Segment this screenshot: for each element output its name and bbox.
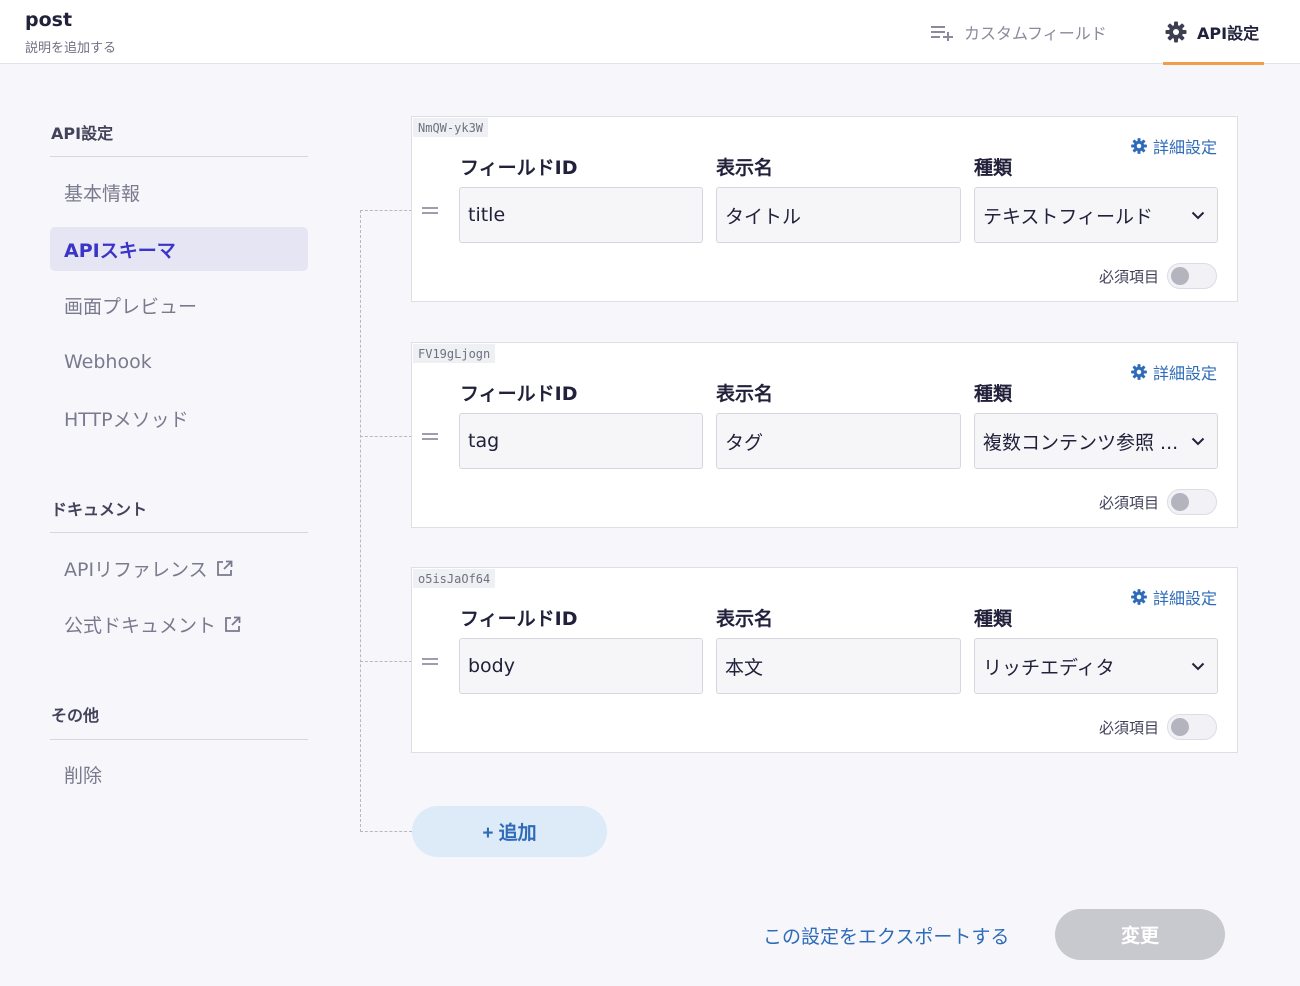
- external-link-icon: [225, 616, 241, 632]
- tab-custom-fields-label: カスタムフィールド: [964, 24, 1107, 43]
- gear-icon: [1131, 589, 1147, 605]
- field-id-input[interactable]: title: [459, 187, 703, 243]
- chevron-down-icon: [1191, 437, 1205, 445]
- field-id-input[interactable]: tag: [459, 413, 703, 469]
- page-title: post: [25, 9, 73, 31]
- field-card: o5isJaOf64 フィールドID 表示名 種類 詳細設定 body 本文 リ…: [411, 567, 1238, 753]
- sidebar-section-other: その他: [51, 706, 100, 725]
- tree-connector-line: [360, 210, 361, 832]
- field-card: NmQW-yk3W フィールドID 表示名 種類 詳細設定 title タイトル…: [411, 116, 1238, 302]
- kind-select[interactable]: テキストフィールド: [974, 187, 1218, 243]
- field-key-tag: NmQW-yk3W: [413, 118, 489, 137]
- gear-icon: [1165, 21, 1187, 43]
- kind-select-value: リッチエディタ: [983, 656, 1115, 679]
- tab-api-settings[interactable]: API設定: [1164, 0, 1259, 64]
- detail-settings-link[interactable]: 詳細設定: [1130, 360, 1217, 384]
- sidebar-item-label: HTTPメソッド: [64, 408, 189, 431]
- kind-select[interactable]: リッチエディタ: [974, 638, 1218, 694]
- kind-label: 種類: [974, 157, 1013, 179]
- sidebar-divider: [50, 156, 308, 157]
- add-description-link[interactable]: 説明を追加する: [25, 37, 116, 56]
- active-tab-indicator: [1163, 62, 1264, 65]
- required-toggle[interactable]: [1167, 714, 1217, 740]
- chevron-down-icon: [1191, 211, 1205, 219]
- display-name-input[interactable]: タイトル: [716, 187, 961, 243]
- sidebar-item-label: APIスキーマ: [64, 239, 176, 262]
- export-settings-link[interactable]: この設定をエクスポートする: [763, 922, 1009, 949]
- sidebar-item-delete[interactable]: 削除: [50, 752, 308, 796]
- tree-connector-branch: [360, 661, 412, 662]
- kind-select-value: 複数コンテンツ参照 ...: [983, 431, 1179, 454]
- chevron-down-icon: [1191, 662, 1205, 670]
- drag-handle-icon[interactable]: [422, 433, 438, 441]
- required-label: 必須項目: [1098, 268, 1159, 286]
- sidebar-item-label: 削除: [64, 764, 103, 787]
- sidebar-item-label: 公式ドキュメント: [64, 614, 217, 637]
- field-id-label: フィールドID: [460, 383, 578, 405]
- kind-label: 種類: [974, 608, 1013, 630]
- display-name-input[interactable]: タグ: [716, 413, 961, 469]
- sidebar-divider: [50, 739, 308, 740]
- field-id-label: フィールドID: [460, 157, 578, 179]
- required-label: 必須項目: [1098, 494, 1159, 512]
- field-key-tag: o5isJaOf64: [413, 569, 496, 588]
- display-name-input[interactable]: 本文: [716, 638, 961, 694]
- external-link-icon: [216, 560, 233, 576]
- kind-select[interactable]: 複数コンテンツ参照 ...: [974, 413, 1218, 469]
- detail-settings-label: 詳細設定: [1152, 364, 1217, 383]
- tree-connector-branch: [360, 210, 412, 211]
- detail-settings-label: 詳細設定: [1152, 589, 1217, 608]
- required-toggle[interactable]: [1167, 263, 1217, 289]
- display-name-label: 表示名: [716, 383, 774, 405]
- list-add-icon: [931, 26, 953, 41]
- detail-settings-link[interactable]: 詳細設定: [1130, 134, 1217, 158]
- tab-api-settings-label: API設定: [1197, 24, 1260, 43]
- sidebar-item-webhook[interactable]: Webhook: [50, 340, 308, 384]
- sidebar-item-label: 画面プレビュー: [64, 295, 198, 318]
- field-card: FV19gLjogn フィールドID 表示名 種類 詳細設定 tag タグ 複数…: [411, 342, 1238, 528]
- required-label: 必須項目: [1098, 719, 1159, 737]
- gear-icon: [1131, 138, 1147, 154]
- sidebar-divider: [50, 532, 308, 533]
- add-field-button[interactable]: + 追加: [412, 806, 607, 857]
- sidebar-item-label: Webhook: [64, 351, 152, 373]
- display-name-label: 表示名: [716, 157, 774, 179]
- detail-settings-link[interactable]: 詳細設定: [1130, 585, 1217, 609]
- drag-handle-icon[interactable]: [422, 658, 438, 666]
- kind-select-value: テキストフィールド: [983, 205, 1154, 228]
- field-id-input[interactable]: body: [459, 638, 703, 694]
- drag-handle-icon[interactable]: [422, 207, 438, 215]
- sidebar-item-preview[interactable]: 画面プレビュー: [50, 283, 308, 327]
- display-name-label: 表示名: [716, 608, 774, 630]
- field-key-tag: FV19gLjogn: [413, 344, 496, 363]
- sidebar-section-docs: ドキュメント: [51, 500, 148, 519]
- required-toggle[interactable]: [1167, 489, 1217, 515]
- kind-label: 種類: [974, 383, 1013, 405]
- sidebar-section-api: API設定: [51, 124, 114, 143]
- sidebar-item-http-methods[interactable]: HTTPメソッド: [50, 396, 308, 440]
- sidebar-item-basic-info[interactable]: 基本情報: [50, 170, 308, 214]
- app-header: post 説明を追加する カスタムフィールド API設定: [0, 0, 1300, 65]
- sidebar-item-official-docs[interactable]: 公式ドキュメント: [50, 602, 308, 646]
- submit-change-button[interactable]: 変更: [1055, 909, 1225, 960]
- sidebar-item-label: APIリファレンス: [64, 558, 208, 581]
- tree-connector-branch: [360, 831, 412, 832]
- gear-icon: [1131, 364, 1147, 380]
- field-id-label: フィールドID: [460, 608, 578, 630]
- sidebar-item-api-reference[interactable]: APIリファレンス: [50, 546, 308, 590]
- tree-connector-branch: [360, 436, 412, 437]
- sidebar-item-api-schema[interactable]: APIスキーマ: [50, 227, 308, 271]
- tab-custom-fields[interactable]: カスタムフィールド: [930, 0, 1107, 64]
- sidebar-item-label: 基本情報: [64, 182, 141, 205]
- detail-settings-label: 詳細設定: [1152, 138, 1217, 157]
